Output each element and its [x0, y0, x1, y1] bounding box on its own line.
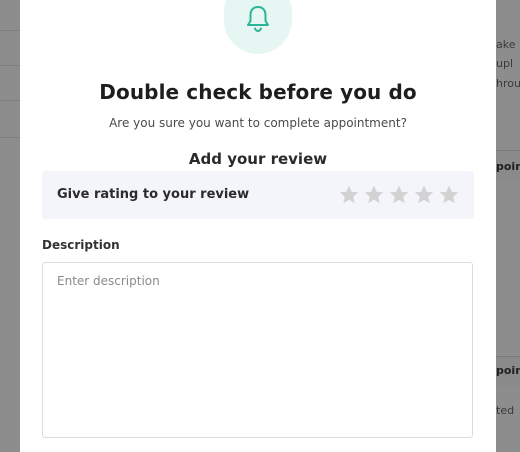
background-text: ted: [496, 404, 515, 417]
background-text: upl: [496, 57, 514, 70]
background-page-left: [0, 0, 20, 452]
complete-appointment-modal: Double check before you do Are you sure …: [20, 0, 496, 452]
modal-subtitle: Are you sure you want to complete appoin…: [109, 116, 407, 130]
star-icon-3[interactable]: [388, 184, 410, 206]
background-divider: [0, 100, 20, 101]
description-label: Description: [42, 238, 120, 252]
description-input[interactable]: [42, 262, 473, 438]
bell-icon: [247, 6, 269, 32]
rating-box: Give rating to your review: [42, 171, 474, 219]
background-divider: [0, 30, 20, 31]
background-divider: [0, 137, 20, 138]
background-button-text: point: [496, 364, 520, 377]
background-button-text: point: [496, 160, 520, 173]
background-text: ake: [496, 38, 516, 51]
background-text: hrou: [496, 77, 520, 90]
star-icon-2[interactable]: [363, 184, 385, 206]
star-icon-1[interactable]: [338, 184, 360, 206]
review-heading: Add your review: [188, 150, 328, 168]
star-rating: [338, 184, 460, 206]
modal-title: Double check before you do: [99, 80, 417, 104]
bell-icon-badge: [224, 0, 292, 54]
star-icon-5[interactable]: [438, 184, 460, 206]
rating-label: Give rating to your review: [57, 187, 250, 202]
modal-backdrop[interactable]: ake upl hrou point point ted Double chec…: [0, 0, 520, 452]
star-icon-4[interactable]: [413, 184, 435, 206]
background-divider: [0, 65, 20, 66]
